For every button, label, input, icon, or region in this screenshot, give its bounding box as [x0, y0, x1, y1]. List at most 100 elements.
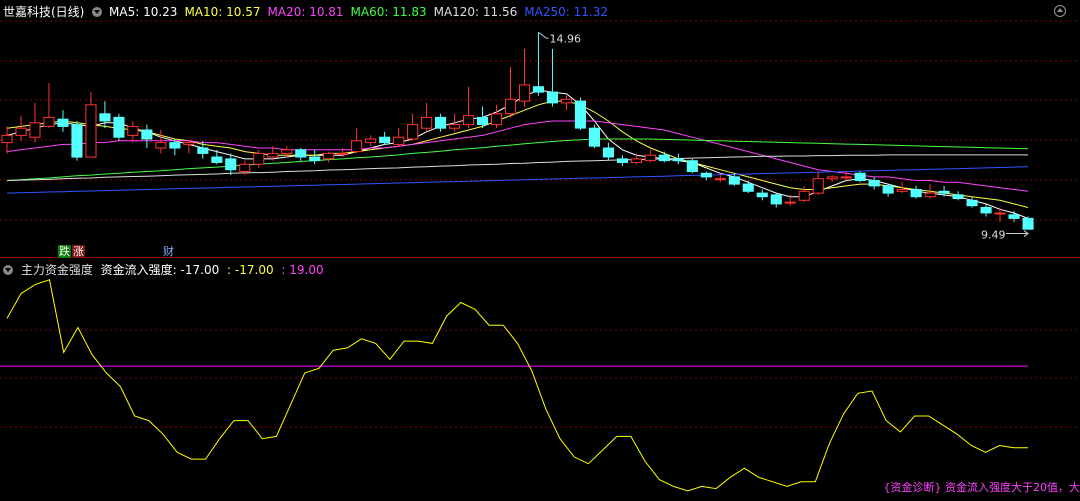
candle-body: [29, 122, 41, 138]
indicator-title: 主力资金强度: [20, 263, 93, 277]
candle-body: [644, 154, 656, 162]
candle-body: [253, 152, 265, 165]
candle-body: [532, 86, 545, 93]
candle-body: [197, 147, 209, 154]
candle-body: [99, 113, 111, 122]
flow-line: [6, 279, 1028, 492]
settings-dropdown-icon[interactable]: [92, 7, 103, 17]
candle-body: [784, 201, 796, 204]
ma-legend-item: MA5: 10.23: [109, 5, 178, 19]
candle-body: [560, 98, 573, 104]
candle-body: [658, 154, 670, 162]
price-header: 世嘉科技(日线) MA5: 10.23 MA10: 10.57 MA20: 10.8…: [3, 3, 615, 20]
ma-legend-item: MA10: 10.57: [184, 5, 261, 19]
candlesticks: [1, 32, 1034, 230]
candle-body: [519, 84, 531, 102]
candle-body: [323, 152, 335, 160]
candle-body: [728, 176, 740, 185]
flow-line-group: [0, 279, 1028, 492]
candle-body: [882, 185, 894, 194]
candle-body: [854, 172, 866, 182]
candle-body: [435, 116, 447, 129]
ma-legend-item: MA60: 11.83: [350, 5, 427, 19]
tag-fall[interactable]: 跌: [58, 245, 71, 258]
indicator-dropdown-icon[interactable]: [3, 265, 13, 275]
candle-body: [938, 190, 950, 194]
maximize-icon[interactable]: [1054, 5, 1066, 17]
candle-body: [616, 158, 629, 163]
candle-body: [896, 189, 908, 192]
candle-body: [966, 199, 978, 207]
candle-body: [700, 172, 712, 178]
candle-body: [574, 100, 587, 129]
candle-body: [113, 116, 125, 138]
candle-body: [1022, 217, 1034, 230]
low-price-label: 9.49: [981, 229, 1006, 242]
candle-body: [840, 176, 852, 179]
candle-body: [365, 138, 377, 144]
candle-body: [281, 149, 293, 154]
candle-body: [183, 142, 195, 145]
candle-body: [686, 160, 698, 172]
candle-body: [239, 163, 251, 173]
candle-body: [379, 136, 391, 144]
candle-body: [1, 134, 13, 144]
candle-body: [742, 183, 754, 192]
candle-body: [1008, 214, 1020, 219]
candle-body: [141, 129, 153, 140]
flow-grid: [0, 329, 1080, 428]
candle-body: [910, 189, 922, 198]
candle-body: [211, 156, 223, 163]
ma-legend-item: MA250: 11.32: [524, 5, 608, 19]
candle-body: [630, 158, 642, 163]
candle-body: [602, 147, 615, 158]
indicator-header: 主力资金强度 资金流入强度: -17.00 : -17.00 : 19.00: [3, 261, 324, 278]
candle-body: [812, 178, 824, 194]
candle-body: [826, 176, 838, 180]
high-pointer: [538, 31, 549, 39]
price-grid: [0, 20, 1080, 258]
candle-body: [672, 158, 684, 162]
ma-legend: MA5: 10.23 MA10: 10.57 MA20: 10.81 MA60: 11…: [109, 5, 615, 19]
candle-body: [421, 116, 433, 129]
ma-line-ma5: [6, 89, 1029, 219]
ma-line-ma10: [6, 100, 1029, 208]
candle-body: [225, 158, 237, 171]
candle-body: [449, 124, 461, 129]
candle-body: [15, 127, 27, 136]
candle-body: [57, 118, 69, 127]
candle-body: [505, 98, 517, 115]
candle-body: [980, 207, 992, 214]
candle-body: [798, 190, 810, 201]
price-labels: 14.96 9.49: [538, 31, 1029, 242]
ma-legend-item: MA120: 11.56: [433, 5, 518, 19]
candle-body: [295, 149, 307, 158]
candle-body: [463, 115, 475, 126]
candle-body: [868, 180, 880, 187]
tag-rise[interactable]: 涨: [72, 245, 85, 258]
flow-value-1: 资金流入强度: -17.00: [100, 263, 220, 277]
candle-body: [714, 178, 726, 181]
candle-body: [71, 124, 83, 158]
moving-average-lines: [6, 89, 1029, 219]
candle-body: [407, 124, 419, 140]
high-price-label: 14.96: [549, 32, 581, 45]
flow-value-2: : -17.00: [227, 263, 274, 277]
candle-body: [770, 194, 782, 205]
candle-body: [337, 152, 349, 155]
candle-body: [588, 127, 601, 147]
candle-body: [924, 192, 936, 198]
candle-body: [155, 142, 167, 149]
candle-body: [756, 192, 768, 198]
ma-legend-item: MA20: 10.81: [267, 5, 344, 19]
candle-body: [43, 116, 55, 127]
candle-body: [491, 113, 503, 126]
candle-body: [309, 156, 321, 162]
flow-value-3: : 19.00: [281, 263, 324, 277]
candle-body: [127, 125, 139, 136]
tag-finance[interactable]: 财: [162, 245, 175, 258]
candle-body: [546, 91, 559, 104]
candle-body: [952, 194, 964, 199]
candle-body: [85, 104, 97, 158]
candle-body: [351, 140, 363, 153]
